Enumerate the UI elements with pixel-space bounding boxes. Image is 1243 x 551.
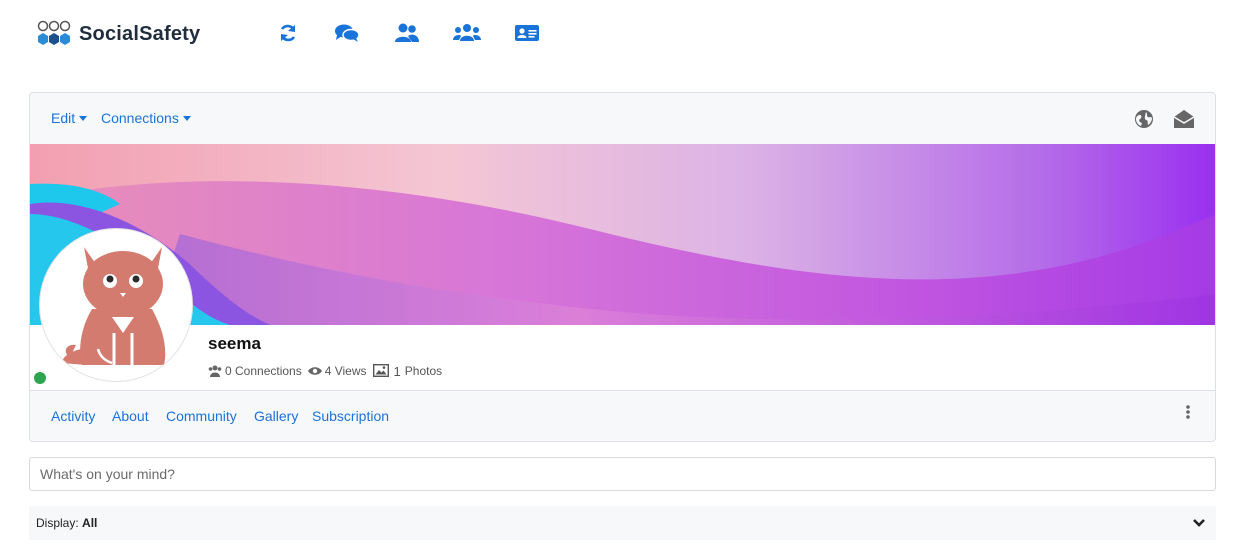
views-stat: 4 Views (307, 363, 367, 378)
eye-icon (307, 366, 322, 375)
refresh-icon[interactable] (273, 20, 303, 46)
profile-username[interactable]: seema (208, 334, 261, 354)
group-icon[interactable] (452, 20, 482, 46)
edit-dropdown[interactable]: Edit (51, 110, 88, 126)
connections-dropdown-label: Connections (101, 110, 179, 126)
connections-stat[interactable]: 0 Connections (208, 364, 302, 378)
card-header: Edit Connections (30, 93, 1215, 145)
display-filter-bar[interactable]: Display: All (29, 506, 1216, 540)
status-composer-input[interactable] (29, 457, 1216, 491)
edit-dropdown-label: Edit (51, 110, 76, 126)
avatar[interactable] (39, 228, 193, 382)
top-navbar: SocialSafety (0, 0, 1243, 70)
brand[interactable]: SocialSafety (37, 18, 200, 50)
profile-tabs: Activity About Community Gallery Subscri… (30, 391, 1215, 441)
users-small-icon (208, 365, 222, 377)
photos-stat-label: Photos (404, 363, 443, 378)
tab-gallery[interactable]: Gallery (254, 408, 298, 424)
id-card-icon[interactable] (512, 20, 542, 46)
envelope-open-icon[interactable] (1173, 108, 1195, 130)
display-filter-value: All (82, 516, 98, 530)
caret-down-icon (79, 115, 88, 121)
chat-icon[interactable] (332, 20, 362, 46)
cat-avatar-icon (62, 247, 166, 365)
chevron-down-icon[interactable] (1192, 516, 1206, 530)
tab-about[interactable]: About (112, 408, 149, 424)
photos-count: 1 (393, 364, 401, 379)
tab-activity[interactable]: Activity (51, 408, 95, 424)
connections-stat-label: 0 Connections (225, 363, 302, 378)
profile-stats: 0 Connections 4 Views 1 Photos (208, 363, 448, 379)
display-filter-label-text: Display: (36, 516, 79, 530)
online-status-indicator (34, 372, 46, 384)
connections-dropdown[interactable]: Connections (101, 110, 191, 126)
photos-stat[interactable]: 1 Photos (372, 363, 443, 379)
users-icon[interactable] (392, 20, 422, 46)
views-stat-label: 4 Views (324, 363, 367, 378)
globe-icon[interactable] (1133, 108, 1155, 130)
cover-image (30, 144, 1215, 325)
profile-card: Edit Connections seema 0 Connections 4 V… (29, 92, 1216, 442)
image-icon (372, 364, 389, 377)
display-filter-label: Display: All (36, 516, 97, 530)
tab-community[interactable]: Community (166, 408, 237, 424)
brand-logo-icon (37, 20, 71, 45)
more-options-icon[interactable] (1183, 404, 1193, 422)
tab-subscription[interactable]: Subscription (312, 408, 389, 424)
brand-name: SocialSafety (79, 22, 201, 45)
caret-down-icon (182, 115, 191, 121)
